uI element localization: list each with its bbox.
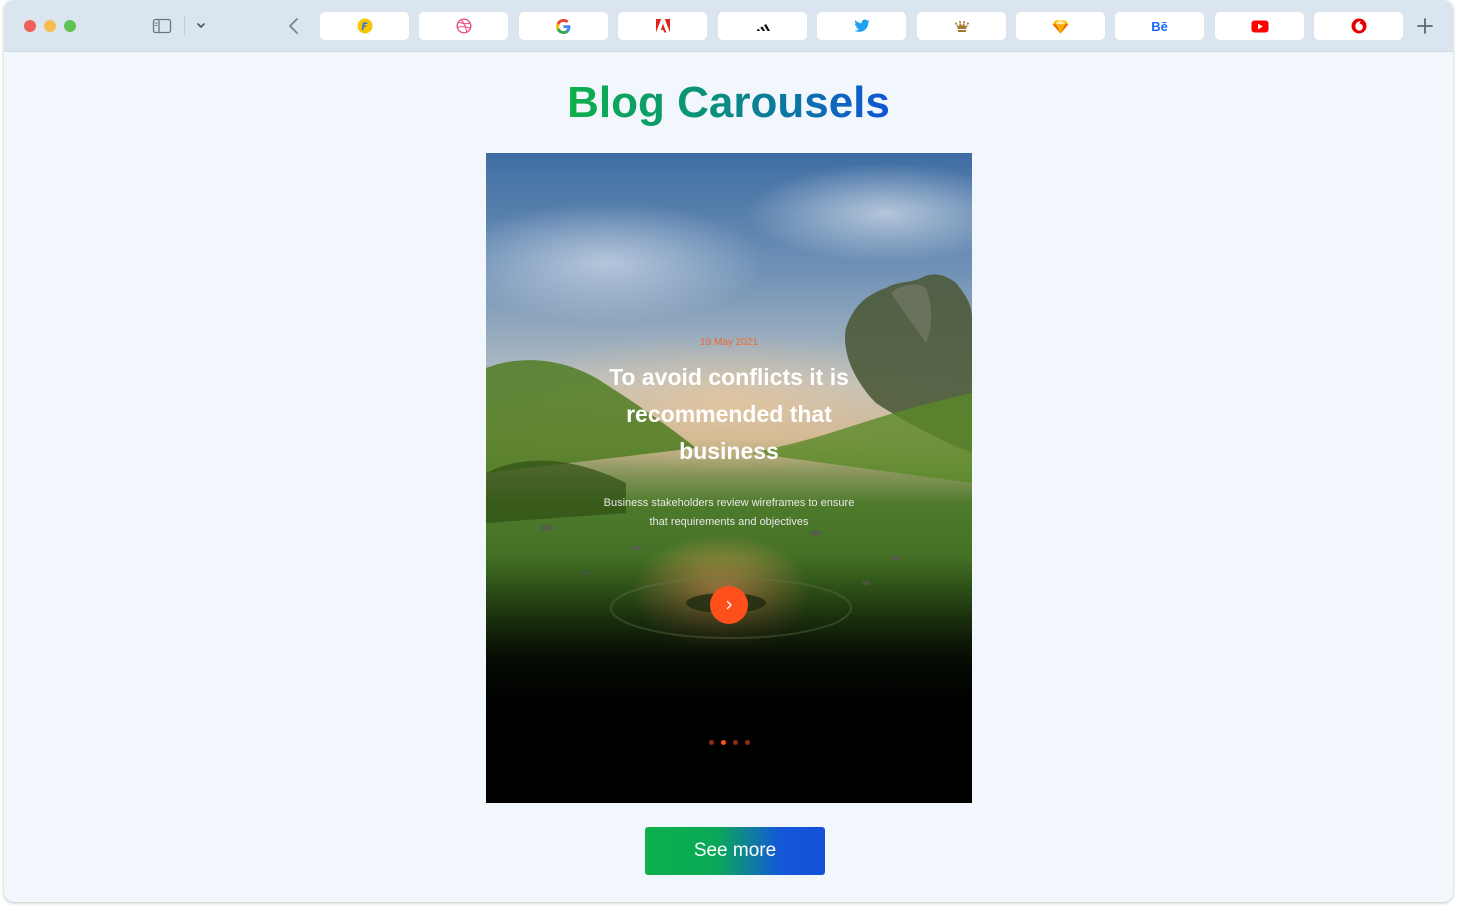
favorite-tab-youtube[interactable] (1215, 12, 1304, 40)
carousel-dot-3[interactable] (733, 740, 738, 745)
favorite-tab-behance[interactable]: Bē (1115, 12, 1204, 40)
maximize-window-button[interactable] (64, 20, 76, 32)
carousel-dot-4[interactable] (745, 740, 750, 745)
twitter-icon (854, 19, 869, 32)
adobe-icon (655, 19, 670, 33)
adidas-icon (756, 24, 770, 31)
favorite-tab-flipkart[interactable] (320, 12, 409, 40)
browser-window: Bē Blog Carousels 19 May 2021 To avoid c… (4, 0, 1453, 902)
landscape-background-image (486, 274, 972, 639)
favorite-tab-adobe[interactable] (618, 12, 707, 40)
vodafone-icon (1351, 18, 1366, 34)
chevron-down-icon[interactable] (194, 17, 208, 35)
rolex-icon (954, 20, 969, 32)
favorite-tab-google[interactable] (519, 12, 608, 40)
post-title[interactable]: To avoid conflicts it is recommended tha… (589, 359, 869, 470)
dribbble-icon (455, 18, 472, 34)
post-date: 19 May 2021 (700, 337, 758, 348)
carousel-dot-1[interactable] (709, 740, 714, 745)
blog-carousel-slide[interactable]: 19 May 2021 To avoid conflicts it is rec… (486, 153, 972, 803)
favorite-tab-rolex[interactable] (917, 12, 1006, 40)
toolbar-divider (184, 16, 185, 36)
carousel-dot-2[interactable] (721, 740, 726, 745)
google-icon (556, 18, 571, 34)
carousel-pagination (707, 740, 757, 746)
youtube-icon (1251, 20, 1268, 32)
new-tab-plus-icon[interactable] (1415, 16, 1435, 36)
favorite-tab-sketch[interactable] (1016, 12, 1105, 40)
next-slide-button[interactable] (710, 586, 748, 624)
sketch-icon (1052, 19, 1069, 33)
close-window-button[interactable] (24, 20, 36, 32)
behance-icon: Bē (1151, 18, 1168, 34)
back-arrow-icon[interactable] (285, 14, 303, 38)
favorite-tab-twitter[interactable] (817, 12, 906, 40)
browser-toolbar: Bē (4, 0, 1453, 52)
page-title: Blog Carousels (567, 78, 890, 127)
favorite-tab-vodafone[interactable] (1314, 12, 1403, 40)
favorite-tab-dribbble[interactable] (419, 12, 508, 40)
flipkart-icon (357, 18, 372, 34)
post-description: Business stakeholders review wireframes … (603, 497, 855, 528)
chevron-right-icon (726, 600, 732, 610)
minimize-window-button[interactable] (44, 20, 56, 32)
sidebar-toggle-icon[interactable] (152, 17, 172, 35)
favorite-tab-adidas[interactable] (718, 12, 807, 40)
see-more-button[interactable]: See more (645, 827, 825, 875)
